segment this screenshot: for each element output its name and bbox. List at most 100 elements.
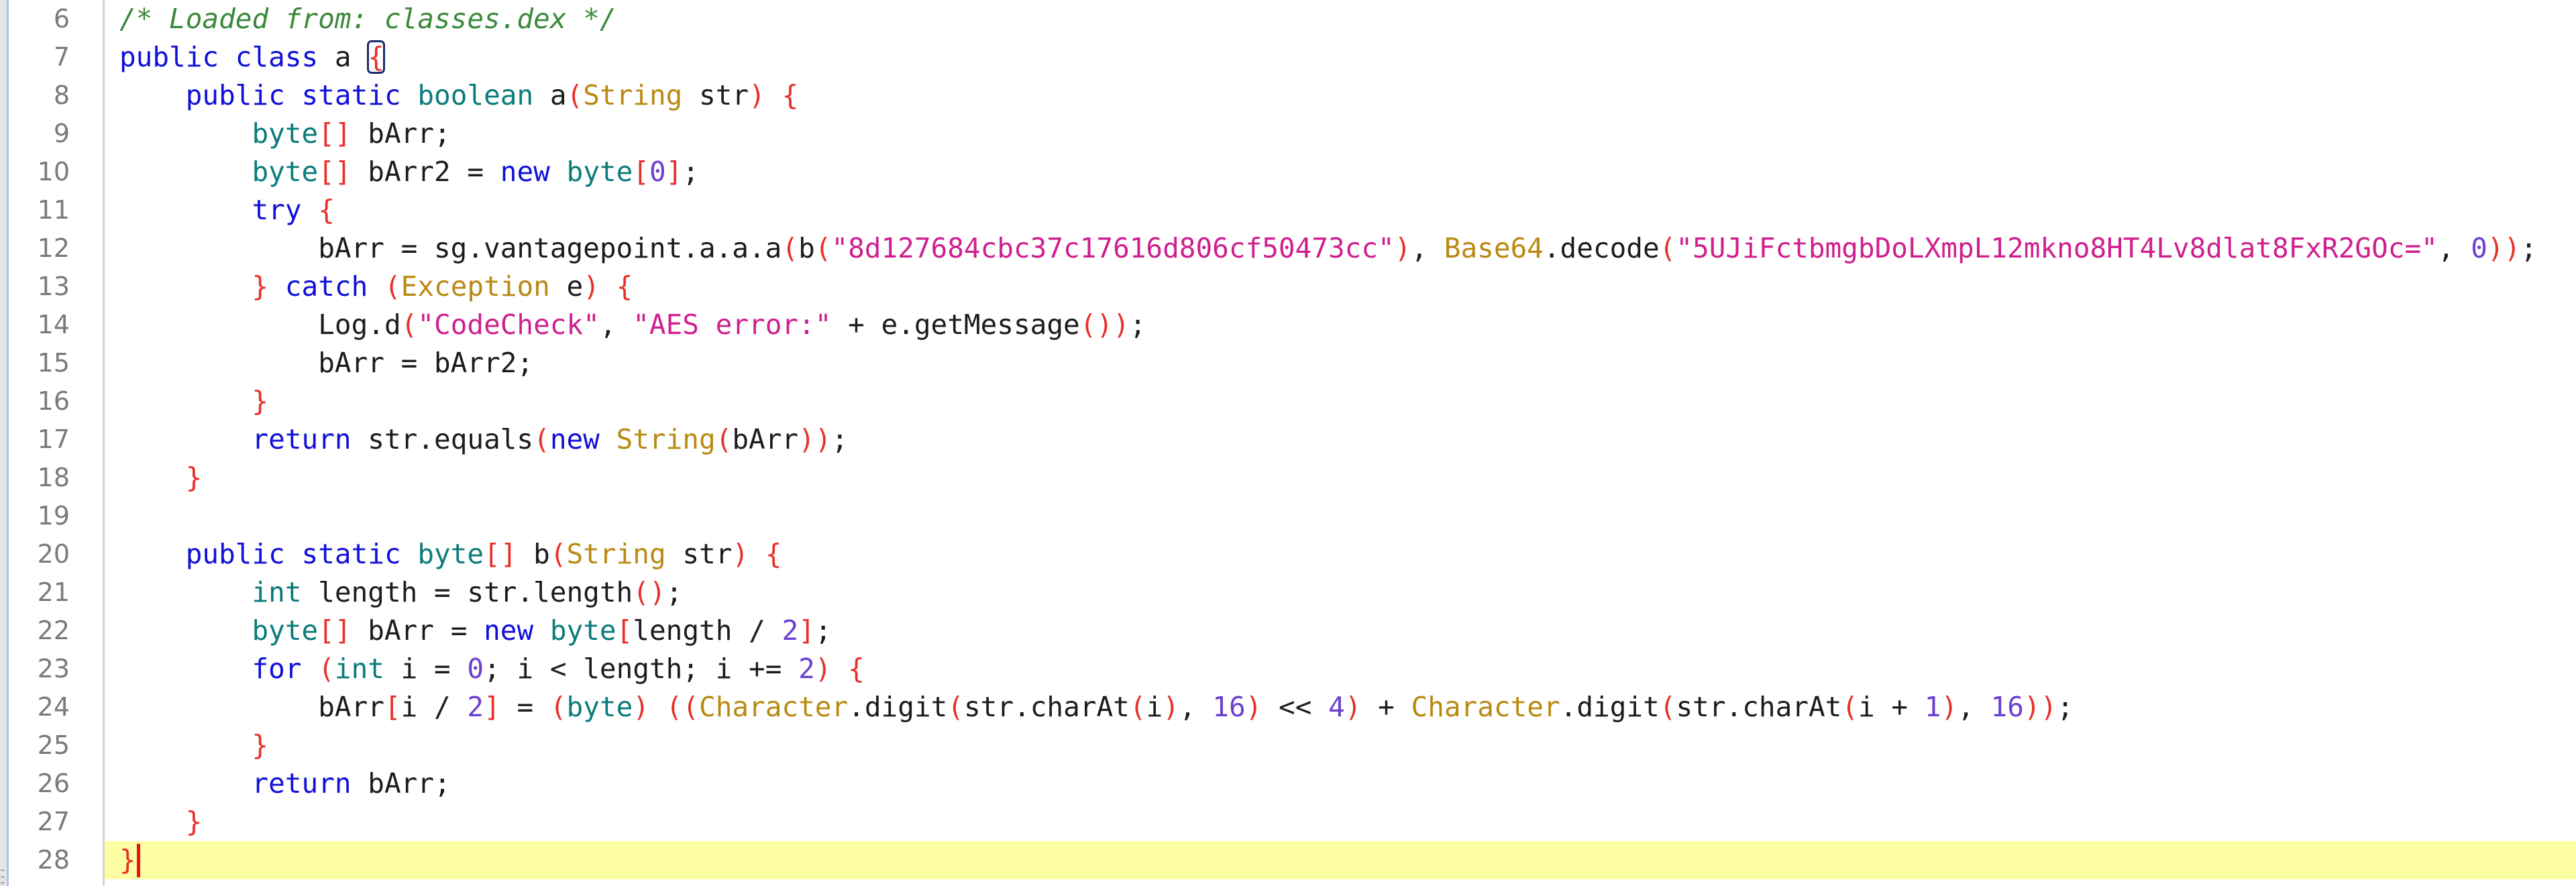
code-line[interactable]: } [105,803,2576,841]
code-line-text[interactable]: } [119,841,140,879]
token-type: byte [549,614,616,647]
code-line-text[interactable]: int length = str.length(); [119,573,682,612]
code-line[interactable]: public static boolean a(String str) { [105,76,2576,115]
code-line[interactable]: /* Loaded from: classes.dex */ [105,0,2576,38]
token-bracket: ( [400,309,418,341]
code-line[interactable]: return str.equals(new String(bArr)); [105,421,2576,459]
code-line-text[interactable]: byte[] bArr = new byte[length / 2]; [119,612,831,650]
code-line[interactable]: return bArr; [105,765,2576,803]
code-line[interactable]: } [105,459,2576,497]
line-number: 18 [37,463,70,492]
code-line[interactable] [105,497,2576,535]
token-bracket: } [252,385,269,417]
token-plain: length = str.length [301,576,633,608]
token-plain: str [665,538,733,570]
code-line-text[interactable]: byte[] bArr2 = new byte[0]; [119,153,699,191]
token-plain: i / [400,691,468,723]
token-plain: Log.d [119,309,401,341]
token-keyword: new [549,423,600,455]
token-plain: , [1179,691,1213,723]
current-line-highlight[interactable]: } [105,841,2576,879]
token-plain: b [798,232,815,264]
token-bracket: ] [665,156,683,188]
code-line-text[interactable]: bArr = bArr2; [119,344,533,382]
code-line-text[interactable]: return str.equals(new String(bArr)); [119,421,848,459]
code-line[interactable]: byte[] bArr; [105,115,2576,153]
code-line-text[interactable]: } [119,803,203,841]
code-line[interactable]: byte[] bArr2 = new byte[0]; [105,153,2576,191]
token-bracket: } [185,806,203,838]
token-bracket: { [848,653,865,685]
token-bracket: ( [566,79,584,111]
token-bracket: ( [947,691,964,723]
code-line[interactable]: bArr = sg.vantagepoint.a.a.a(b("8d127684… [105,229,2576,268]
line-number: 8 [53,80,70,110]
code-line-text[interactable]: try { [119,191,334,229]
code-line-text[interactable]: public static byte[] b(String str) { [119,535,782,573]
token-number: 0 [2471,232,2487,264]
line-number: 27 [37,807,70,836]
code-line[interactable]: bArr[i / 2] = (byte) ((Character.digit(s… [105,688,2576,726]
code-line-text[interactable]: for (int i = 0; i < length; i += 2) { [119,650,865,688]
code-line[interactable]: } [105,382,2576,421]
code-line[interactable]: Log.d("CodeCheck", "AES error:" + e.getM… [105,306,2576,344]
token-plain: ; [682,156,700,188]
code-line-text[interactable]: } catch (Exception e) { [119,268,633,306]
code-line-text[interactable]: bArr[i / 2] = (byte) ((Character.digit(s… [119,688,2074,726]
token-type: int [334,653,384,685]
token-keyword: new [500,156,550,188]
token-bracket: ) [1163,691,1179,723]
line-number: 23 [37,654,70,683]
token-bracket: [] [484,538,517,570]
token-bracket: { [616,270,633,302]
token-plain: ; [2057,691,2074,723]
code-line-text[interactable]: public static boolean a(String str) { [119,76,798,115]
code-line-text[interactable]: } [119,382,268,421]
token-number: 2 [467,691,484,723]
code-line-text[interactable]: bArr = sg.vantagepoint.a.a.a(b("8d127684… [119,229,2537,268]
code-line-text[interactable]: } [119,726,268,765]
code-line-text[interactable]: } [119,459,203,497]
token-bracket: ( [533,423,550,455]
code-line[interactable]: public class a { [105,38,2576,76]
token-plain: bArr; [351,117,451,150]
code-line[interactable]: } [105,726,2576,765]
token-string: "5UJiFctbmgbDoLXmpL12mkno8HT4Lv8dlat8FxR… [1676,232,2438,264]
code-line-text[interactable]: /* Loaded from: classes.dex */ [119,0,616,38]
code-line[interactable]: int length = str.length(); [105,573,2576,612]
line-number: 24 [37,692,70,722]
code-line[interactable]: } catch (Exception e) { [105,268,2576,306]
token-bracket: { [765,538,782,570]
token-bracket: ( [715,423,733,455]
token-type: boolean [417,79,534,111]
token-bracket: ) [633,691,649,723]
token-bracket: ( [782,232,799,264]
token-plain: , [1957,691,1991,723]
resize-grip-icon[interactable] [1,869,5,871]
token-bracket: ) [583,270,600,302]
token-number: 4 [1328,691,1345,723]
code-line-text[interactable]: byte[] bArr; [119,115,451,153]
code-line-text[interactable]: Log.d("CodeCheck", "AES error:" + e.getM… [119,306,1146,344]
token-bracket: } [252,729,269,761]
code-line[interactable]: try { [105,191,2576,229]
code-line[interactable]: byte[] bArr = new byte[length / 2]; [105,612,2576,650]
token-plain: bArr [732,423,799,455]
resize-grip-icon[interactable] [1,882,5,884]
code-line-text[interactable]: public class a { [119,38,385,76]
resize-grip-icon[interactable] [1,876,5,878]
code-line[interactable]: bArr = bArr2; [105,344,2576,382]
line-number: 15 [37,348,70,378]
code-line-text[interactable]: return bArr; [119,765,450,803]
code-line[interactable]: public static byte[] b(String str) { [105,535,2576,573]
code-line[interactable]: for (int i = 0; i < length; i += 2) { [105,650,2576,688]
token-plain: , [1411,232,1444,264]
token-plain: a [318,41,368,73]
